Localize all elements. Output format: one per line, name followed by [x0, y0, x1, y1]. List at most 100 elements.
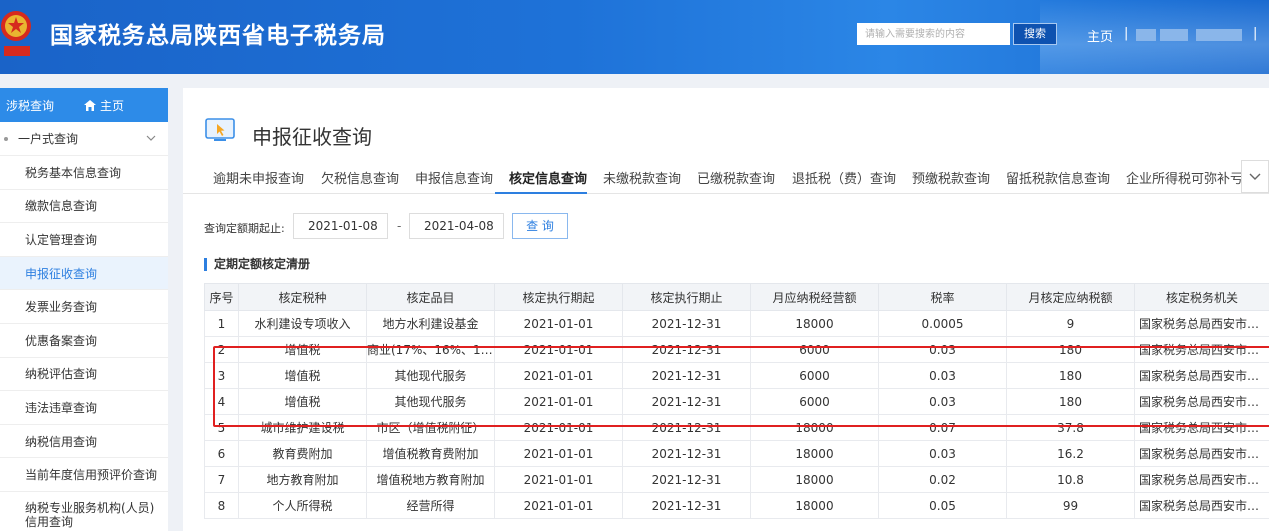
table-cell: 180 [1006, 336, 1135, 363]
table-cell: 地方水利建设基金 [366, 310, 495, 337]
sidebar-item[interactable]: 认定管理查询 [0, 223, 168, 257]
table-cell: 1 [204, 310, 239, 337]
table-cell: 经营所得 [366, 492, 495, 519]
table-row: 7 地方教育附加 增值税地方教育附加 2021-01-01 2021-12-31 1800… [204, 466, 1269, 493]
table-cell: 个人所得税 [238, 492, 367, 519]
table-cell: 增值税教育费附加 [366, 440, 495, 467]
table-cell: 地方教育附加 [238, 466, 367, 493]
table-cell: 0.03 [878, 336, 1007, 363]
table-cell: 9 [1006, 310, 1135, 337]
table-row: 2 增值税 商业(17%、16%、13%) 2021-01-01 2021-12-31 6… [204, 336, 1269, 363]
table-cell: 城市维护建设税 [238, 414, 367, 441]
sidebar-item[interactable]: 当前年度信用预评价查询 [0, 458, 168, 492]
table-cell: 180 [1006, 362, 1135, 389]
site-title: 国家税务总局陕西省电子税务局 [50, 23, 386, 49]
search-button[interactable]: 搜索 [1013, 23, 1057, 45]
table-cell: 2021-01-01 [494, 414, 623, 441]
table-cell: 2021-01-01 [494, 466, 623, 493]
sidebar-item[interactable]: 申报征收查询 [0, 256, 168, 291]
chevron-down-icon [146, 135, 156, 141]
table-cell: 增值税 [238, 336, 367, 363]
table-cell: 8 [204, 492, 239, 519]
table-cell: 其他现代服务 [366, 362, 495, 389]
table-cell: 6000 [750, 336, 879, 363]
section-title: 定期定额核定清册 [204, 258, 310, 271]
sidebar-item[interactable]: 纳税评估查询 [0, 358, 168, 392]
sidebar-group-household-query[interactable]: 一户式查询 [0, 122, 168, 156]
monitor-cursor-icon [205, 118, 235, 141]
tab-bar: 逾期未申报查询 欠税信息查询 申报信息查询 核定信息查询 未缴税款查询 已缴税款查询 退抵税… [183, 160, 1269, 194]
sidebar-item[interactable]: 违法违章查询 [0, 391, 168, 425]
table-cell: 2021-12-31 [622, 414, 751, 441]
table-cell: 6 [204, 440, 239, 467]
redacted-user-info [1136, 29, 1156, 41]
table-cell: 国家税务总局西安市雁塔区税务局 [1134, 388, 1269, 415]
table-cell: 6000 [750, 388, 879, 415]
table-cell: 2021-12-31 [622, 388, 751, 415]
table-cell: 国家税务总局西安市雁塔区税务局 [1134, 414, 1269, 441]
table-cell: 国家税务总局西安市雁塔区税务局 [1134, 440, 1269, 467]
tab[interactable]: 企业所得税可弥补亏损查询 [1126, 168, 1241, 187]
sidebar-item[interactable]: 优惠备案查询 [0, 324, 168, 358]
active-tab-indicator [495, 192, 587, 194]
table-cell: 2021-12-31 [622, 440, 751, 467]
table-cell: 18000 [750, 310, 879, 337]
column-header: 核定税种 [238, 283, 367, 311]
table-cell: 2021-01-01 [494, 310, 623, 337]
page-title: 申报征收查询 [252, 125, 372, 149]
tab[interactable]: 已缴税款查询 [697, 168, 775, 187]
sidebar-item[interactable]: 税务基本信息查询 [0, 156, 168, 190]
query-button[interactable]: 查 询 [512, 213, 568, 239]
column-header: 月核定应纳税额 [1006, 283, 1135, 311]
table-cell: 6000 [750, 362, 879, 389]
table-cell: 16.2 [1006, 440, 1135, 467]
tab[interactable]: 未缴税款查询 [603, 168, 681, 187]
table-cell: 2021-01-01 [494, 440, 623, 467]
table-cell: 7 [204, 466, 239, 493]
table-cell: 2021-01-01 [494, 362, 623, 389]
home-link[interactable]: 主页 [1087, 26, 1113, 45]
search-input[interactable] [857, 23, 1010, 45]
tab[interactable]: 欠税信息查询 [321, 168, 399, 187]
assessment-table: 序号 核定税种 核定品目 核定执行期起 核定执行期止 月应纳税经营额 税率 月核定应纳税额 核定… [204, 283, 1269, 519]
tab[interactable]: 逾期未申报查询 [213, 168, 304, 187]
column-header: 税率 [878, 283, 1007, 311]
tab[interactable]: 留抵税款信息查询 [1006, 168, 1110, 187]
end-date-input[interactable] [409, 213, 504, 239]
table-cell: 水利建设专项收入 [238, 310, 367, 337]
query-period-label: 查询定额期起止: [204, 222, 285, 235]
start-date-input[interactable] [293, 213, 388, 239]
table-cell: 增值税 [238, 388, 367, 415]
sidebar-item[interactable]: 纳税专业服务机构(人员)信用查询 [0, 492, 168, 531]
redacted-user-info [1196, 29, 1242, 41]
sidebar-item[interactable]: 发票业务查询 [0, 290, 168, 324]
column-header: 月应纳税经营额 [750, 283, 879, 311]
sidebar-item[interactable]: 纳税信用查询 [0, 425, 168, 459]
table-cell: 3 [204, 362, 239, 389]
table-cell: 2021-12-31 [622, 336, 751, 363]
table-cell: 教育费附加 [238, 440, 367, 467]
tab[interactable]: 预缴税款查询 [912, 168, 990, 187]
table-cell: 2021-01-01 [494, 388, 623, 415]
table-cell: 国家税务总局西安市雁塔区税务局 [1134, 310, 1269, 337]
table-cell: 商业(17%、16%、13%) [366, 336, 495, 363]
table-cell: 0.07 [878, 414, 1007, 441]
table-cell: 国家税务总局西安市雁塔区税务局 [1134, 466, 1269, 493]
table-cell: 18000 [750, 492, 879, 519]
tab[interactable]: 核定信息查询 [509, 168, 587, 187]
table-cell: 0.02 [878, 466, 1007, 493]
header-separator: | [1124, 26, 1129, 41]
tab[interactable]: 退抵税（费）查询 [792, 168, 896, 187]
sidebar-item[interactable]: 缴款信息查询 [0, 190, 168, 224]
chevron-down-icon [1249, 173, 1261, 180]
column-header: 核定税务机关 [1134, 283, 1269, 311]
tab[interactable]: 申报信息查询 [415, 168, 493, 187]
table-cell: 市区（增值税附征） [366, 414, 495, 441]
table-cell: 2021-12-31 [622, 466, 751, 493]
tab-more-button[interactable] [1241, 160, 1269, 193]
table-cell: 2021-12-31 [622, 492, 751, 519]
top-header: 国家税务总局陕西省电子税务局 搜索 主页 | | [0, 0, 1269, 74]
table-cell: 国家税务总局西安市雁塔区税务局 [1134, 362, 1269, 389]
column-header: 核定执行期起 [494, 283, 623, 311]
sidebar-home-button[interactable]: 主页 [84, 97, 124, 114]
